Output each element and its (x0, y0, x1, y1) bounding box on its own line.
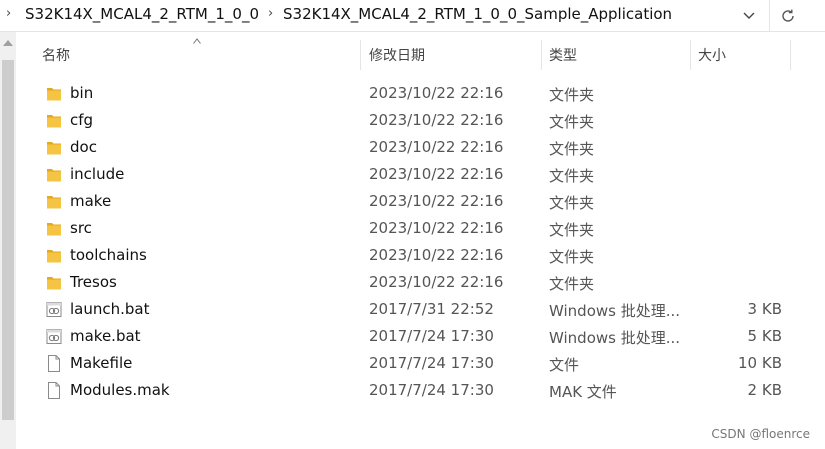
file-name: src (70, 219, 92, 237)
file-name: include (70, 165, 125, 183)
file-type: 文件 (549, 356, 580, 374)
folder-icon (46, 274, 62, 291)
file-row[interactable]: launch.bat 2017/7/31 22:52 Windows 批处理... 3… (20, 296, 800, 323)
column-header-name[interactable]: 名称 (34, 36, 360, 72)
file-name: launch.bat (70, 300, 150, 318)
breadcrumb-item-current[interactable]: S32K14X_MCAL4_2_RTM_1_0_0_Sample_Applica… (283, 5, 672, 23)
refresh-button[interactable] (769, 0, 806, 31)
folder-icon (46, 220, 62, 237)
file-type: Windows 批处理... (549, 329, 681, 347)
file-icon (46, 355, 62, 372)
file-modified-date: 2017/7/31 22:52 (369, 300, 494, 318)
file-name: make (70, 192, 112, 210)
file-row[interactable]: Makefile 2017/7/24 17:30 文件 10 KB (20, 350, 800, 377)
file-modified-date: 2023/10/22 22:16 (369, 111, 504, 129)
file-type: 文件夹 (549, 167, 595, 185)
batch-file-icon (46, 328, 62, 345)
file-type: 文件夹 (549, 194, 595, 212)
file-size: 5 KB (747, 327, 782, 345)
file-modified-date: 2023/10/22 22:16 (369, 138, 504, 156)
breadcrumb-separator-icon[interactable]: › (6, 6, 11, 21)
file-row[interactable]: toolchains 2023/10/22 22:16 文件夹 (20, 242, 800, 269)
column-header: 名称 修改日期 类型 大小 (20, 36, 825, 72)
address-history-dropdown[interactable] (734, 0, 764, 31)
file-modified-date: 2023/10/22 22:16 (369, 246, 504, 264)
file-row[interactable]: make 2023/10/22 22:16 文件夹 (20, 188, 800, 215)
file-row[interactable]: bin 2023/10/22 22:16 文件夹 (20, 80, 800, 107)
batch-file-icon (46, 301, 62, 318)
file-type: MAK 文件 (549, 383, 617, 401)
file-name: Makefile (70, 354, 133, 372)
file-name: doc (70, 138, 97, 156)
file-size: 3 KB (747, 300, 782, 318)
file-size: 10 KB (738, 354, 782, 372)
file-name: make.bat (70, 327, 141, 345)
file-row[interactable]: cfg 2023/10/22 22:16 文件夹 (20, 107, 800, 134)
file-name: cfg (70, 111, 94, 129)
file-type: Windows 批处理... (549, 302, 681, 320)
file-name: bin (70, 84, 94, 102)
file-modified-date: 2017/7/24 17:30 (369, 327, 494, 345)
folder-icon (46, 166, 62, 183)
file-modified-date: 2023/10/22 22:16 (369, 165, 504, 183)
chevron-down-icon (743, 12, 755, 19)
column-header-size[interactable]: 大小 (690, 36, 790, 72)
column-header-type[interactable]: 类型 (541, 36, 691, 72)
file-row[interactable]: Tresos 2023/10/22 22:16 文件夹 (20, 269, 800, 296)
file-size: 2 KB (747, 381, 782, 399)
file-modified-date: 2017/7/24 17:30 (369, 354, 494, 372)
breadcrumb-separator-icon[interactable]: › (268, 6, 273, 21)
file-row[interactable]: src 2023/10/22 22:16 文件夹 (20, 215, 800, 242)
file-row[interactable]: doc 2023/10/22 22:16 文件夹 (20, 134, 800, 161)
watermark: CSDN @floenrce (711, 427, 810, 441)
folder-icon (46, 193, 62, 210)
file-modified-date: 2023/10/22 22:16 (369, 273, 504, 291)
folder-icon (46, 139, 62, 156)
file-type: 文件夹 (549, 140, 595, 158)
file-row[interactable]: make.bat 2017/7/24 17:30 Windows 批处理... 5 K… (20, 323, 800, 350)
file-type: 文件夹 (549, 275, 595, 293)
file-modified-date: 2023/10/22 22:16 (369, 84, 504, 102)
file-icon (46, 382, 62, 399)
file-modified-date: 2017/7/24 17:30 (369, 381, 494, 399)
file-name: toolchains (70, 246, 147, 264)
folder-icon (46, 112, 62, 129)
file-type: 文件夹 (549, 221, 595, 239)
file-modified-date: 2023/10/22 22:16 (369, 192, 504, 210)
file-type: 文件夹 (549, 86, 595, 104)
file-row[interactable]: include 2023/10/22 22:16 文件夹 (20, 161, 800, 188)
file-row[interactable]: Modules.mak 2017/7/24 17:30 MAK 文件 2 KB (20, 377, 800, 404)
address-bar: › S32K14X_MCAL4_2_RTM_1_0_0 › S32K14X_MC… (0, 0, 825, 32)
scrollbar-thumb[interactable] (2, 60, 14, 420)
file-type: 文件夹 (549, 248, 595, 266)
column-divider[interactable] (790, 40, 791, 70)
file-modified-date: 2023/10/22 22:16 (369, 219, 504, 237)
file-name: Tresos (70, 273, 117, 291)
folder-icon (46, 247, 62, 264)
folder-icon (46, 85, 62, 102)
refresh-icon (782, 9, 794, 22)
file-list: bin 2023/10/22 22:16 文件夹 cfg 2023/10/22 22:1… (20, 80, 800, 404)
file-name: Modules.mak (70, 381, 170, 399)
nav-pane-scrollbar[interactable] (0, 32, 16, 449)
file-type: 文件夹 (549, 113, 595, 131)
scroll-up-arrow-icon[interactable] (3, 40, 13, 46)
column-header-date[interactable]: 修改日期 (361, 36, 541, 72)
breadcrumb-item-root[interactable]: S32K14X_MCAL4_2_RTM_1_0_0 (25, 5, 259, 23)
